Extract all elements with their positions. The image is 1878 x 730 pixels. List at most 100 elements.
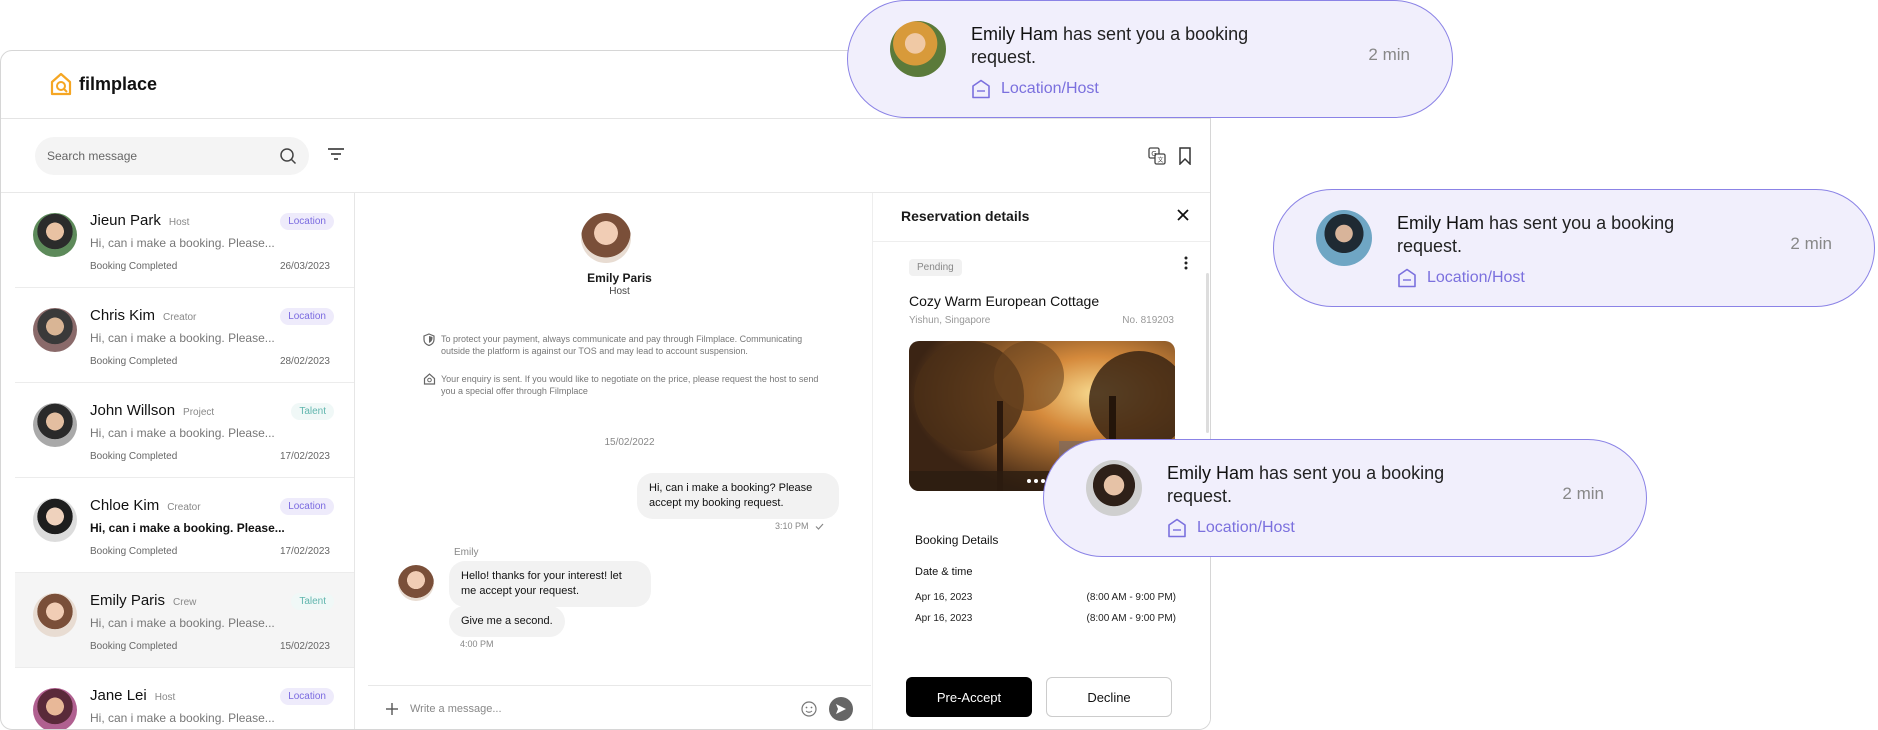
bookmark-icon[interactable] — [1178, 147, 1192, 165]
conversation-name: Jane Lei — [90, 687, 147, 704]
message-preview: Hi, can i make a booking. Please... — [90, 331, 275, 345]
date-time-title: Date & time — [915, 566, 973, 578]
incoming-sender: Emily — [454, 547, 479, 558]
notification-time: 2 min — [1368, 45, 1410, 64]
avatar — [33, 308, 77, 352]
category-badge: Talent — [291, 403, 334, 420]
contact-name: Emily Paris — [587, 271, 652, 285]
conversation-date: 15/02/2023 — [279, 641, 330, 652]
more-icon[interactable] — [1184, 256, 1188, 270]
notification-category: Location/Host — [1397, 268, 1525, 288]
avatar — [33, 213, 77, 257]
booking-time: (8:00 AM - 9:00 PM) — [1086, 613, 1176, 624]
conversation-item[interactable]: John Willson Project Talent Hi, can i make … — [15, 383, 354, 478]
notification-text: Emily Ham has sent you a booking request… — [1167, 462, 1497, 508]
enquiry-notice: Your enquiry is sent. If you would like … — [423, 373, 823, 397]
conversation-name: Chloe Kim — [90, 497, 160, 514]
translate-icon[interactable]: G文 — [1148, 147, 1166, 165]
incoming-message-2: Give me a second. — [449, 606, 565, 637]
message-input[interactable]: Write a message... — [410, 703, 789, 715]
conversation-name-line: Emily Paris Crew — [90, 592, 196, 609]
property-location: Yishun, Singapore — [909, 315, 991, 326]
conversation-name: Chris Kim — [90, 307, 156, 324]
payment-notice: To protect your payment, always communic… — [423, 333, 823, 357]
category-badge: Location — [280, 213, 334, 230]
plus-icon[interactable] — [386, 702, 398, 715]
conversation-role: Host — [168, 217, 190, 228]
notification-sender: Emily Ham — [1167, 463, 1255, 483]
logo[interactable]: filmplace — [49, 71, 157, 97]
conversation-role: Creator — [163, 312, 197, 323]
conversation-role: Crew — [173, 597, 197, 608]
location-host-icon — [1398, 268, 1416, 288]
message-composer: Write a message... — [368, 685, 871, 729]
notification-time: 2 min — [1790, 234, 1832, 253]
toolbar: Search message G文 — [1, 119, 1210, 193]
avatar — [33, 593, 77, 637]
logo-icon — [50, 72, 72, 96]
date-divider: 15/02/2022 — [604, 437, 655, 448]
decline-button[interactable]: Decline — [1046, 677, 1172, 717]
booking-status: Booking Completed — [90, 261, 178, 272]
category-badge: Location — [280, 688, 334, 705]
chat-panel: Emily Paris Host To protect your payment… — [368, 193, 871, 729]
conversation-name: Jieun Park — [90, 212, 161, 229]
conversation-item[interactable]: Jieun Park Host Location Hi, can i make a b… — [15, 193, 354, 288]
notification-category-label: Location/Host — [1001, 80, 1099, 97]
app-window: filmplace Search message G文 Jieun Park Ho… — [0, 50, 1211, 730]
pre-accept-button[interactable]: Pre-Accept — [906, 677, 1032, 717]
enquiry-notice-text: Your enquiry is sent. If you would like … — [441, 374, 819, 396]
booking-status: Booking Completed — [90, 451, 178, 462]
conversation-date: 17/02/2023 — [279, 451, 330, 462]
search-box[interactable]: Search message — [35, 137, 309, 175]
conversation-item[interactable]: Chris Kim Creator Location Hi, can i make a… — [15, 288, 354, 383]
send-button[interactable] — [829, 696, 853, 721]
property-name: Cozy Warm European Cottage — [909, 293, 1100, 309]
booking-details-title: Booking Details — [915, 533, 999, 547]
category-badge: Location — [280, 498, 334, 515]
conversation-item[interactable]: Jane Lei Host Location Hi, can i make a boo… — [15, 668, 354, 729]
svg-text:G: G — [1151, 150, 1156, 158]
conversation-name-line: Jane Lei Host — [90, 687, 175, 704]
incoming-time: 4:00 PM — [460, 639, 494, 649]
check-icon — [815, 523, 823, 530]
notification-category: Location/Host — [971, 79, 1099, 99]
booking-status: Booking Completed — [90, 641, 178, 652]
conversation-list: Jieun Park Host Location Hi, can i make a b… — [15, 193, 355, 729]
notification-sender: Emily Ham — [1397, 213, 1485, 233]
notification-toast[interactable]: Emily Ham has sent you a booking request… — [1273, 189, 1875, 307]
payment-notice-text: To protect your payment, always communic… — [441, 334, 803, 356]
message-preview: Hi, can i make a booking. Please... — [90, 521, 285, 535]
search-input[interactable]: Search message — [47, 149, 279, 163]
notification-toast[interactable]: Emily Ham has sent you a booking request… — [1043, 439, 1647, 557]
conversation-item[interactable]: Chloe Kim Creator Location Hi, can i make a… — [15, 478, 354, 573]
conversation-date: 26/03/2023 — [279, 261, 330, 272]
notification-category-label: Location/Host — [1427, 269, 1525, 286]
svg-text:文: 文 — [1158, 156, 1164, 164]
incoming-message-1: Hello! thanks for your interest! let me … — [449, 561, 651, 607]
contact-role: Host — [609, 286, 630, 297]
close-icon[interactable] — [1176, 208, 1190, 222]
reservation-title: Reservation details — [901, 208, 1030, 224]
property-number: No. 819203 — [1122, 315, 1174, 326]
outgoing-time: 3:10 PM — [775, 521, 809, 531]
conversation-name-line: Chris Kim Creator — [90, 307, 196, 324]
notification-text: Emily Ham has sent you a booking request… — [971, 23, 1301, 69]
scrollbar[interactable] — [1206, 273, 1209, 433]
emoji-icon[interactable] — [801, 700, 817, 717]
search-icon[interactable] — [279, 147, 297, 165]
conversation-name-line: John Willson Project — [90, 402, 214, 419]
message-preview: Hi, can i make a booking. Please... — [90, 616, 275, 630]
filter-icon[interactable] — [327, 147, 345, 161]
conversation-role: Project — [183, 407, 215, 418]
avatar — [33, 403, 77, 447]
notification-avatar — [890, 21, 946, 77]
message-preview: Hi, can i make a booking. Please... — [90, 711, 275, 725]
notification-toast[interactable]: Emily Ham has sent you a booking request… — [847, 0, 1453, 118]
message-preview: Hi, can i make a booking. Please... — [90, 426, 275, 440]
category-badge: Talent — [291, 593, 334, 610]
conversation-item[interactable]: Emily Paris Crew Talent Hi, can i make a bo… — [15, 573, 354, 668]
notification-avatar — [1316, 210, 1372, 266]
contact-avatar — [581, 213, 631, 263]
notification-time: 2 min — [1562, 484, 1604, 503]
